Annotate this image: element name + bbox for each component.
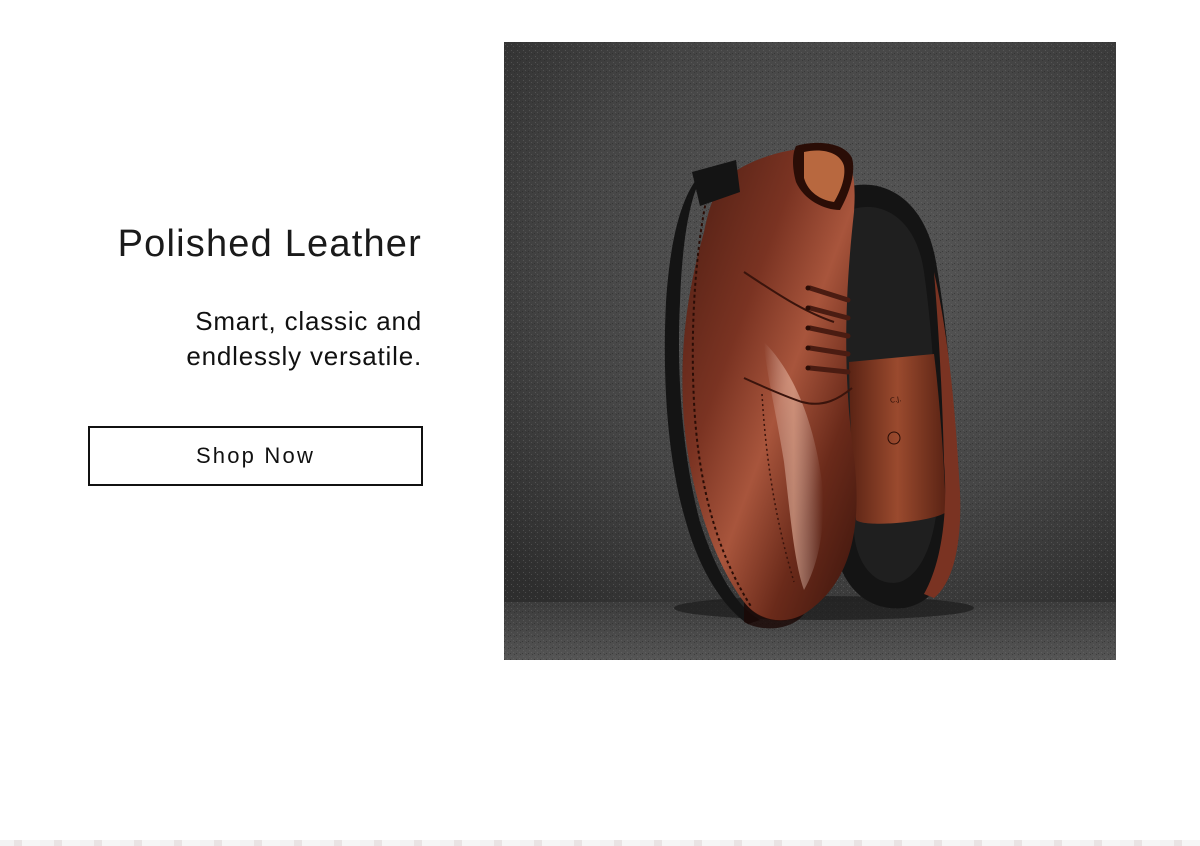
shop-now-button[interactable]: Shop Now [88, 426, 423, 486]
email-promo-page: Polished Leather Smart, classic and endl… [0, 0, 1200, 846]
shoe-photo: C.J. [504, 42, 1116, 660]
promo-subtitle-line-1: Smart, classic and [195, 306, 422, 336]
hero-product-image[interactable]: C.J. [504, 42, 1116, 660]
promo-title: Polished Leather [117, 223, 422, 265]
promo-subtitle: Smart, classic and endlessly versatile. [102, 304, 422, 374]
promo-subtitle-line-2: endlessly versatile. [186, 341, 422, 371]
svg-text:C.J.: C.J. [890, 395, 902, 405]
footer-divider-strip [0, 840, 1200, 846]
